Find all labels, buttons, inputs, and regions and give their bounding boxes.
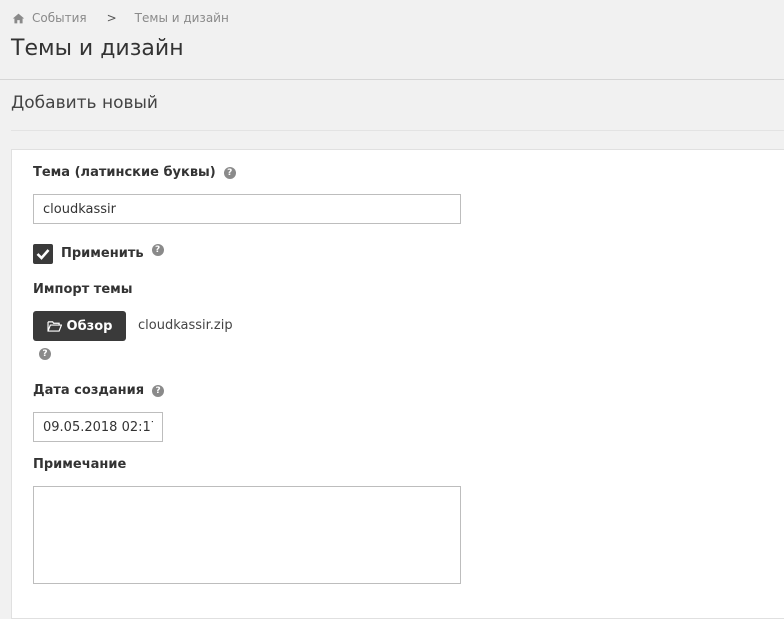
browse-button[interactable]: Обзор	[33, 311, 126, 341]
import-field-label: Импорт темы	[33, 282, 133, 297]
note-label-text: Примечание	[33, 457, 127, 472]
home-icon[interactable]	[12, 12, 25, 25]
created-label-text: Дата создания	[33, 383, 145, 398]
breadcrumb-separator: >	[106, 11, 117, 25]
folder-open-icon	[46, 321, 62, 332]
browse-button-label: Обзор	[66, 318, 113, 334]
apply-label-text[interactable]: Применить	[61, 246, 144, 261]
breadcrumb-item-events[interactable]: События	[32, 11, 87, 25]
apply-field-label: Применить ?	[61, 243, 164, 261]
question-circle-icon[interactable]: ?	[223, 166, 236, 179]
question-circle-icon[interactable]: ?	[152, 384, 165, 397]
import-label-text: Импорт темы	[33, 282, 133, 297]
question-circle-icon[interactable]: ?	[151, 243, 164, 256]
breadcrumb: События > Темы и дизайн	[12, 11, 229, 25]
breadcrumb-item-current: Темы и дизайн	[134, 11, 229, 25]
note-textarea[interactable]	[33, 486, 461, 584]
page-title: Темы и дизайн	[11, 36, 184, 61]
theme-field-label: Тема (латинские буквы) ?	[33, 165, 236, 180]
form-panel: Тема (латинские буквы) ? Применить ? Имп…	[11, 149, 784, 619]
note-field-label: Примечание	[33, 457, 126, 472]
selected-file-name: cloudkassir.zip	[138, 318, 233, 333]
created-field-label: Дата создания ?	[33, 383, 165, 398]
theme-input[interactable]	[33, 194, 461, 224]
section-title: Добавить новый	[11, 93, 158, 113]
question-circle-icon[interactable]: ?	[39, 348, 51, 360]
check-icon	[36, 249, 50, 260]
apply-checkbox[interactable]	[33, 244, 53, 264]
section-divider	[11, 130, 784, 131]
theme-label-text: Тема (латинские буквы)	[33, 165, 216, 180]
header-divider	[0, 79, 784, 80]
created-date-input[interactable]	[33, 412, 163, 442]
